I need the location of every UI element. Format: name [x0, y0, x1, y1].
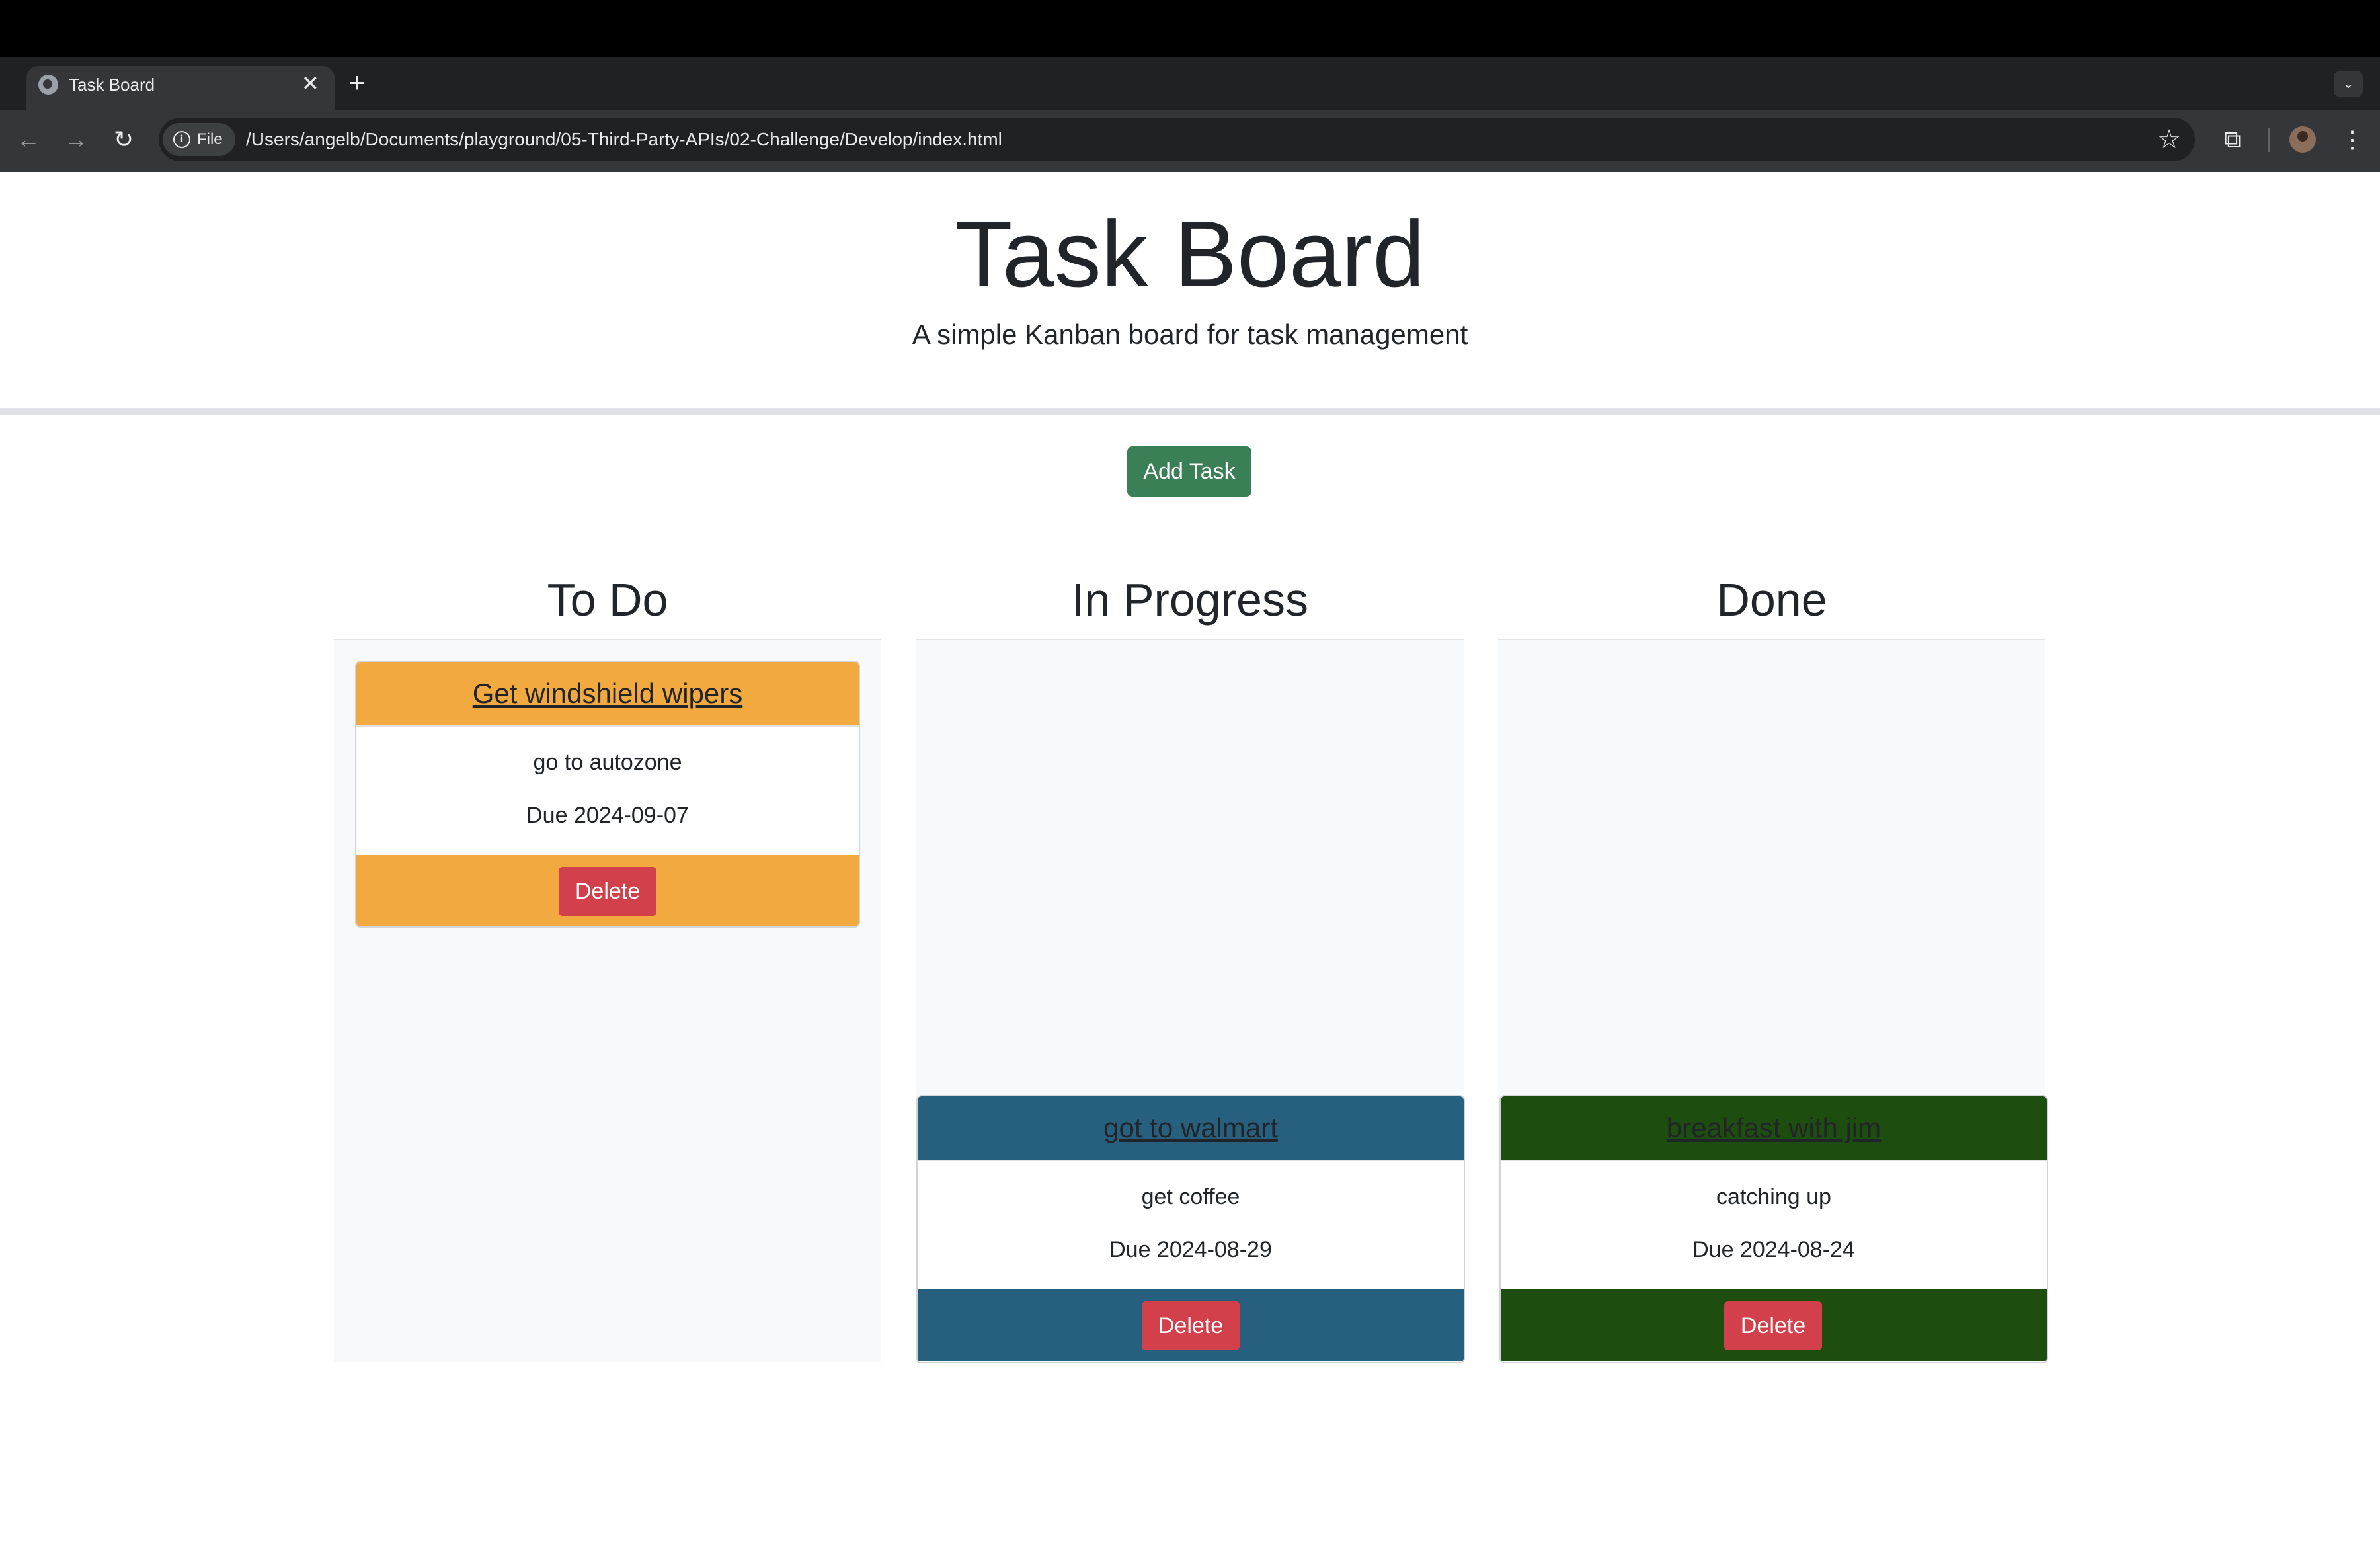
globe-icon: [38, 75, 58, 95]
lane-in-progress[interactable]: In Progress got to walmart get coffee Du…: [916, 561, 1465, 1363]
extensions-icon[interactable]: ⧉: [2216, 123, 2249, 156]
header-divider: [0, 408, 2380, 415]
info-icon: i: [173, 131, 190, 148]
window-top-bar: [0, 0, 2380, 57]
lane-todo[interactable]: To Do Get windshield wipers go to autozo…: [334, 561, 881, 1362]
tab-search-icon[interactable]: ⌄: [2334, 71, 2363, 97]
task-title[interactable]: got to walmart: [918, 1096, 1464, 1160]
task-card[interactable]: breakfast with jim catching up Due 2024-…: [1499, 1095, 2048, 1363]
task-due-date: Due 2024-08-24: [1692, 1237, 1855, 1262]
toolbar-separator: [2268, 128, 2270, 152]
delete-button[interactable]: Delete: [1142, 1301, 1240, 1350]
task-description: catching up: [1716, 1184, 1831, 1209]
task-title[interactable]: breakfast with jim: [1501, 1096, 2047, 1160]
task-body: get coffee Due 2024-08-29: [918, 1160, 1464, 1292]
task-description: go to autozone: [533, 750, 682, 775]
bookmark-star-icon[interactable]: ☆: [2153, 123, 2186, 156]
task-due-date: Due 2024-09-07: [526, 803, 689, 828]
lane-done[interactable]: Done breakfast with jim catching up Due …: [1498, 561, 2048, 1363]
reload-icon[interactable]: ↻: [107, 123, 140, 156]
lane-title: Done: [1498, 561, 2045, 640]
page-title: Task Board: [955, 202, 1425, 307]
forward-icon[interactable]: →: [60, 123, 93, 156]
tab-title: Task Board: [69, 75, 155, 95]
new-tab-icon[interactable]: +: [349, 69, 366, 97]
back-icon[interactable]: ←: [12, 123, 45, 156]
profile-avatar[interactable]: [2289, 126, 2316, 153]
task-footer: Delete: [918, 1289, 1464, 1361]
lane-title: To Do: [334, 561, 881, 640]
task-footer: Delete: [356, 855, 859, 926]
task-card[interactable]: Get windshield wipers go to autozone Due…: [355, 661, 860, 928]
page-subtitle: A simple Kanban board for task managemen…: [912, 319, 1468, 350]
delete-button[interactable]: Delete: [559, 867, 656, 916]
task-card[interactable]: got to walmart get coffee Due 2024-08-29…: [916, 1095, 1465, 1363]
task-body: catching up Due 2024-08-24: [1501, 1160, 2047, 1292]
task-title[interactable]: Get windshield wipers: [356, 662, 859, 725]
add-task-button[interactable]: Add Task: [1127, 446, 1251, 497]
browser-menu-icon[interactable]: ⋮: [2339, 123, 2365, 156]
lane-title: In Progress: [916, 561, 1464, 640]
delete-button[interactable]: Delete: [1724, 1301, 1822, 1350]
file-label: File: [197, 130, 223, 148]
task-due-date: Due 2024-08-29: [1109, 1237, 1272, 1262]
task-body: go to autozone Due 2024-09-07: [356, 725, 859, 858]
task-description: get coffee: [1141, 1184, 1240, 1209]
task-footer: Delete: [1501, 1289, 2047, 1361]
close-tab-icon[interactable]: ✕: [301, 71, 319, 95]
url-text[interactable]: /Users/angelb/Documents/playground/05-Th…: [246, 127, 1002, 152]
